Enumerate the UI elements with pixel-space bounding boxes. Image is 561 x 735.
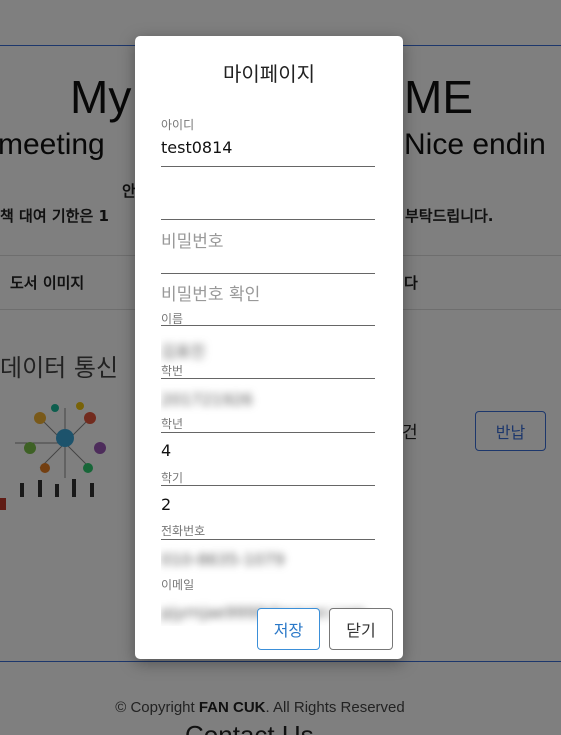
- mypage-modal: 마이페이지 아이디 test0814 비밀번호 비밀번호 확인 이름 김표진 학…: [135, 36, 403, 659]
- student-id-field[interactable]: 학번 201721926: [161, 326, 375, 409]
- grade-field[interactable]: 학년 4: [161, 379, 375, 460]
- id-label: 아이디: [161, 118, 195, 132]
- password-confirm-field[interactable]: 비밀번호 확인: [161, 220, 375, 305]
- grade-label: 학년: [161, 417, 184, 431]
- password-field[interactable]: 비밀번호: [161, 167, 375, 252]
- modal-title: 마이페이지: [223, 62, 315, 86]
- save-button[interactable]: 저장: [257, 608, 320, 650]
- semester-field[interactable]: 학기 2: [161, 433, 375, 514]
- student-id-label: 학번: [161, 364, 184, 378]
- phone-field[interactable]: 전화번호 010-8635-1079: [161, 486, 375, 569]
- email-label: 이메일: [161, 578, 195, 592]
- id-value: test0814: [161, 138, 233, 157]
- modal-form: 아이디 test0814 비밀번호 비밀번호 확인 이름 김표진 학번 2017…: [161, 114, 375, 626]
- phone-label: 전화번호: [161, 524, 206, 538]
- semester-label: 학기: [161, 471, 184, 485]
- id-field[interactable]: 아이디 test0814: [161, 114, 375, 167]
- name-field[interactable]: 이름 김표진: [161, 274, 375, 361]
- close-button[interactable]: 닫기: [329, 608, 393, 650]
- name-label: 이름: [161, 312, 184, 326]
